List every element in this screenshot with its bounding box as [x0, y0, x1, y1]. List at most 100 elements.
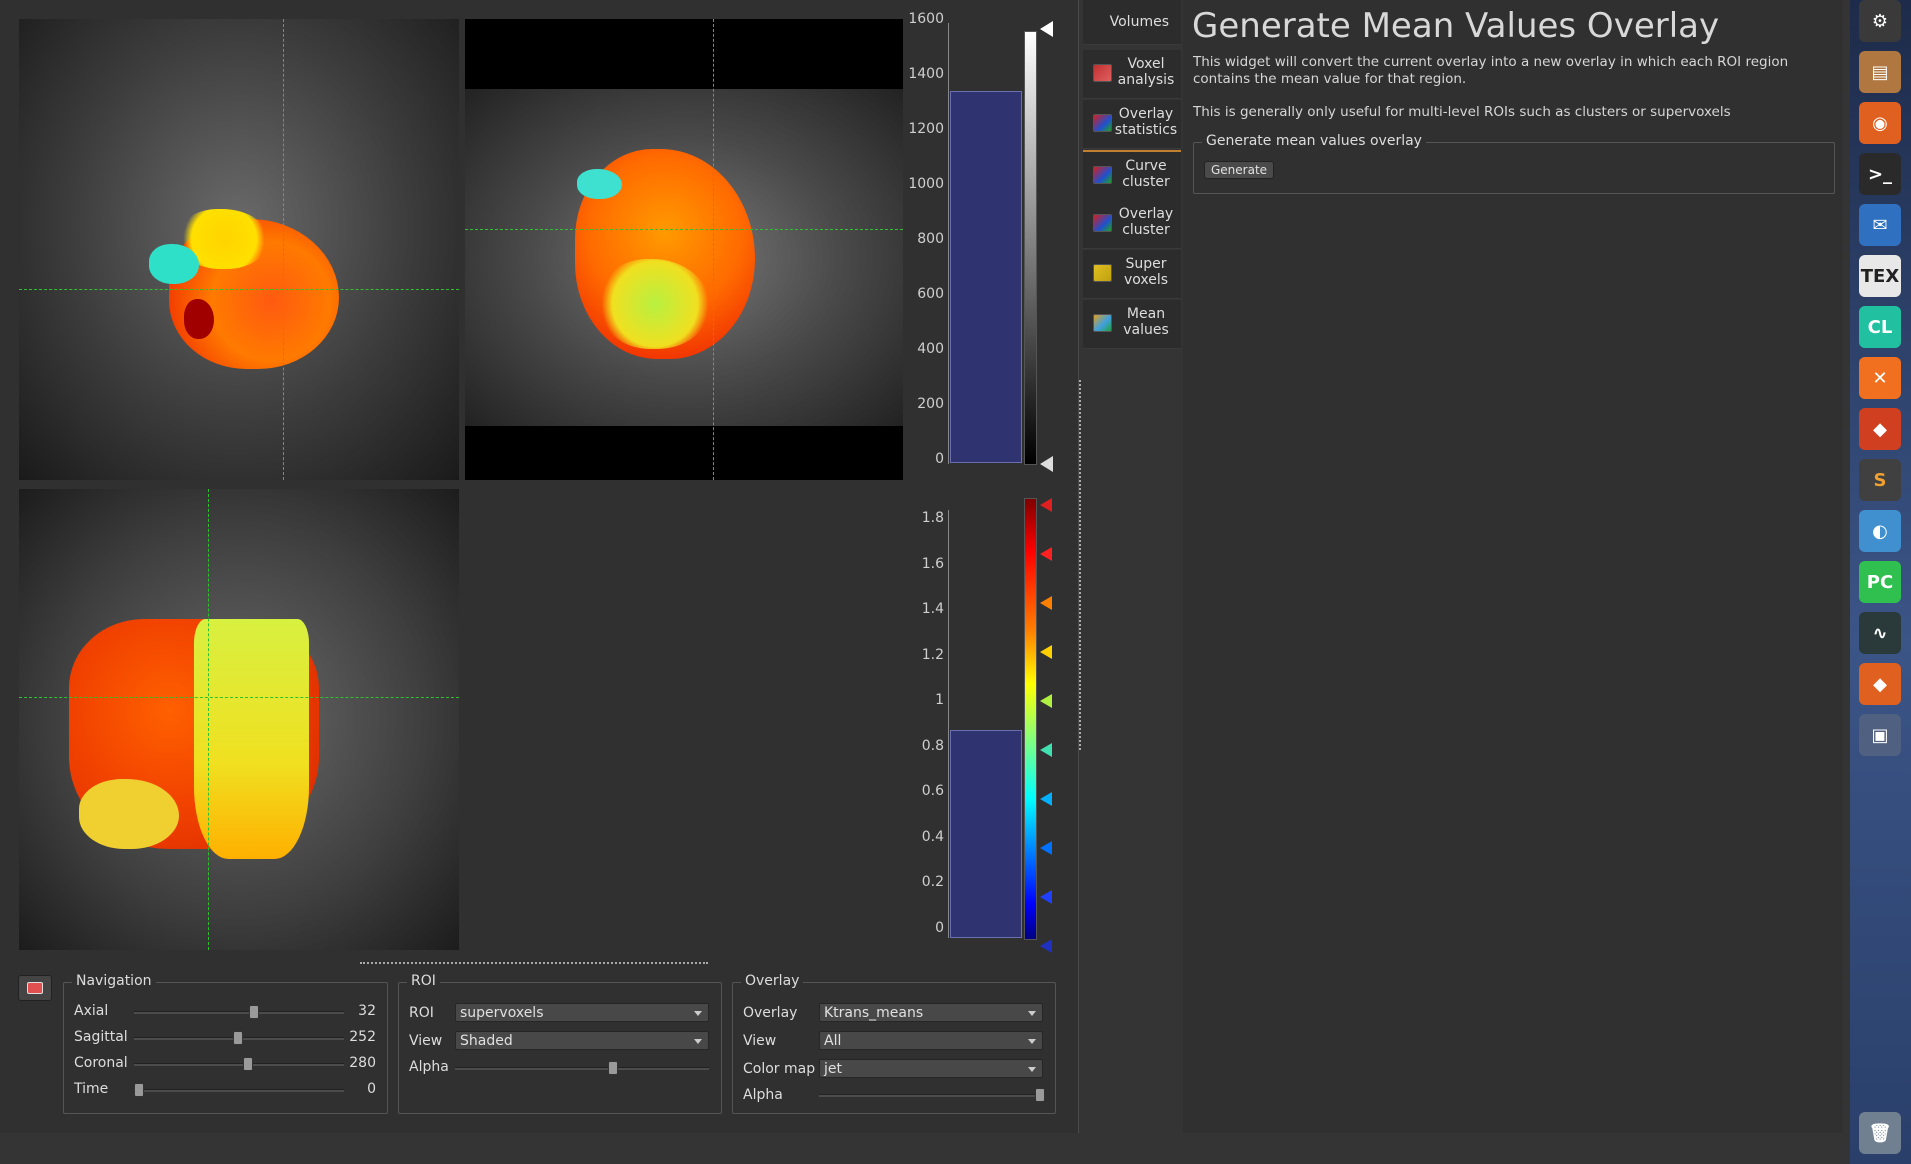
- tab-label: Volumes: [1109, 14, 1169, 30]
- color-handle[interactable]: [1040, 645, 1052, 659]
- color-handle[interactable]: [1040, 694, 1052, 708]
- widget-description: This widget will convert the current ove…: [1193, 54, 1789, 87]
- terminal-icon[interactable]: >_: [1859, 153, 1901, 195]
- tex-icon[interactable]: TEX: [1859, 255, 1901, 297]
- splitter-handle[interactable]: [360, 962, 708, 964]
- colormap-select[interactable]: jet: [819, 1059, 1043, 1078]
- color-handle[interactable]: [1040, 596, 1052, 610]
- firefox-icon[interactable]: ◉: [1859, 102, 1901, 144]
- chevron-down-icon: [1028, 1039, 1036, 1044]
- histogram-tick-label: 600: [917, 286, 944, 302]
- chevron-down-icon: [1028, 1011, 1036, 1016]
- histogram-tick-label: 1: [935, 692, 944, 708]
- roi-select-value: supervoxels: [460, 1005, 544, 1021]
- nav-coronal-slider[interactable]: [134, 1057, 344, 1071]
- histogram-tick-label: 0.4: [921, 828, 944, 845]
- sublime-icon[interactable]: S: [1859, 459, 1901, 501]
- tab-overlay-statistics[interactable]: Overlay statistics: [1083, 100, 1181, 149]
- histogram-tick-label: 1000: [908, 176, 944, 192]
- tab-super-voxels[interactable]: Super voxels: [1083, 250, 1181, 299]
- histogram-tick-label: 1.6: [921, 555, 944, 572]
- roi-view-select[interactable]: Shaded: [455, 1031, 709, 1050]
- tab-voxel-analysis[interactable]: Voxel analysis: [1083, 50, 1181, 99]
- color-handle[interactable]: [1040, 939, 1052, 953]
- tabs-splitter[interactable]: [1079, 380, 1081, 750]
- super-voxels-icon: [1093, 264, 1112, 282]
- slider-handle[interactable]: [249, 1005, 260, 1019]
- sagittal-view[interactable]: [19, 489, 459, 950]
- tab-mean-values[interactable]: Mean values: [1083, 300, 1181, 349]
- tab-overlay-cluster[interactable]: Overlay cluster: [1083, 200, 1181, 249]
- tab-volumes[interactable]: Volumes: [1083, 0, 1181, 45]
- chevron-down-icon: [694, 1039, 702, 1044]
- navigation-group: Navigation Axial 32 Sagittal 252 Coronal 280 T…: [63, 973, 388, 1114]
- histogram-tick-label: 200: [917, 396, 944, 412]
- histogram-tick-label: 400: [917, 341, 944, 357]
- histogram-axis: [948, 510, 949, 938]
- overlay-histogram[interactable]: 1.8 1.6 1.4 1.2 1 0.8 0.6 0.4 0.2 0: [910, 490, 1060, 953]
- nav-sagittal-label: Sagittal: [74, 1029, 128, 1045]
- histogram-tick-label: 0.6: [921, 783, 944, 799]
- colormap-value: jet: [824, 1061, 842, 1077]
- color-handle[interactable]: [1040, 841, 1052, 855]
- crosshair-horizontal: [19, 289, 459, 290]
- coronal-view[interactable]: [465, 19, 903, 480]
- color-handle[interactable]: [1040, 547, 1052, 561]
- page-title: Generate Mean Values Overlay: [1192, 6, 1720, 46]
- roi-view-label: View: [409, 1033, 443, 1049]
- tab-curve-cluster[interactable]: Curve cluster: [1083, 150, 1181, 201]
- workspace-icon[interactable]: ▣: [1859, 714, 1901, 756]
- mail-icon[interactable]: ◐: [1859, 510, 1901, 552]
- nav-sagittal-slider[interactable]: [134, 1031, 344, 1045]
- histogram-tick-label: 0.8: [921, 737, 944, 754]
- files-icon[interactable]: ▤: [1859, 51, 1901, 93]
- xampp-icon[interactable]: ✕: [1859, 357, 1901, 399]
- crosshair-horizontal: [465, 229, 903, 230]
- roi-label: ROI: [409, 1005, 434, 1021]
- roi-alpha-label: Alpha: [409, 1059, 449, 1075]
- color-handle[interactable]: [1040, 498, 1052, 512]
- clion-icon[interactable]: CL: [1859, 306, 1901, 348]
- quantiphyse2-icon[interactable]: ◆: [1859, 663, 1901, 705]
- settings-icon[interactable]: ⚙: [1859, 0, 1901, 42]
- grayscale-colorbar: [1024, 31, 1037, 465]
- volume-histogram[interactable]: 1600 1400 1200 1000 800 600 400 200 0: [908, 11, 1060, 474]
- pycharm-icon[interactable]: PC: [1859, 561, 1901, 603]
- overlay-group: Overlay Overlay Ktrans_means View All Co…: [732, 973, 1056, 1114]
- color-handle[interactable]: [1040, 743, 1052, 757]
- histogram-tick-label: 1.2: [921, 646, 944, 663]
- roi-select[interactable]: supervoxels: [455, 1003, 709, 1022]
- overlay-view-select[interactable]: All: [819, 1031, 1043, 1050]
- min-level-handle[interactable]: [1040, 456, 1053, 472]
- slider-handle[interactable]: [243, 1057, 254, 1071]
- widget-content: Generate Mean Values Overlay This widget…: [1183, 0, 1843, 1133]
- thunderbird-icon[interactable]: ✉: [1859, 204, 1901, 246]
- overlay-region: [184, 299, 214, 339]
- max-level-handle[interactable]: [1040, 21, 1053, 37]
- nav-axial-value: 32: [358, 1003, 376, 1019]
- color-handle[interactable]: [1040, 890, 1052, 904]
- nav-axial-label: Axial: [74, 1003, 109, 1019]
- overlay-select[interactable]: Ktrans_means: [819, 1003, 1043, 1022]
- quantiphyse-icon[interactable]: ◆: [1859, 408, 1901, 450]
- slider-handle[interactable]: [134, 1083, 144, 1097]
- histogram-tick-label: 800: [917, 231, 944, 247]
- slider-handle[interactable]: [607, 1061, 618, 1075]
- overlay-alpha-slider[interactable]: [819, 1088, 1045, 1102]
- color-handle[interactable]: [1040, 792, 1052, 806]
- slider-handle[interactable]: [1035, 1088, 1045, 1102]
- overlay-view-value: All: [824, 1033, 842, 1049]
- nav-axial-slider[interactable]: [134, 1005, 344, 1019]
- roi-alpha-slider[interactable]: [455, 1061, 709, 1075]
- roi-toggle-button[interactable]: [18, 975, 52, 1001]
- slider-handle[interactable]: [232, 1031, 243, 1045]
- generate-button[interactable]: Generate: [1204, 161, 1275, 179]
- overlay-statistics-icon: [1093, 114, 1112, 132]
- tab-label: Mean values: [1123, 306, 1169, 338]
- system-monitor-icon[interactable]: ∿: [1859, 612, 1901, 654]
- nav-coronal-value: 280: [349, 1055, 376, 1071]
- axial-view[interactable]: [19, 19, 459, 480]
- trash-icon[interactable]: 🗑: [1859, 1112, 1901, 1154]
- chevron-down-icon: [694, 1011, 702, 1016]
- nav-time-slider[interactable]: [134, 1083, 344, 1097]
